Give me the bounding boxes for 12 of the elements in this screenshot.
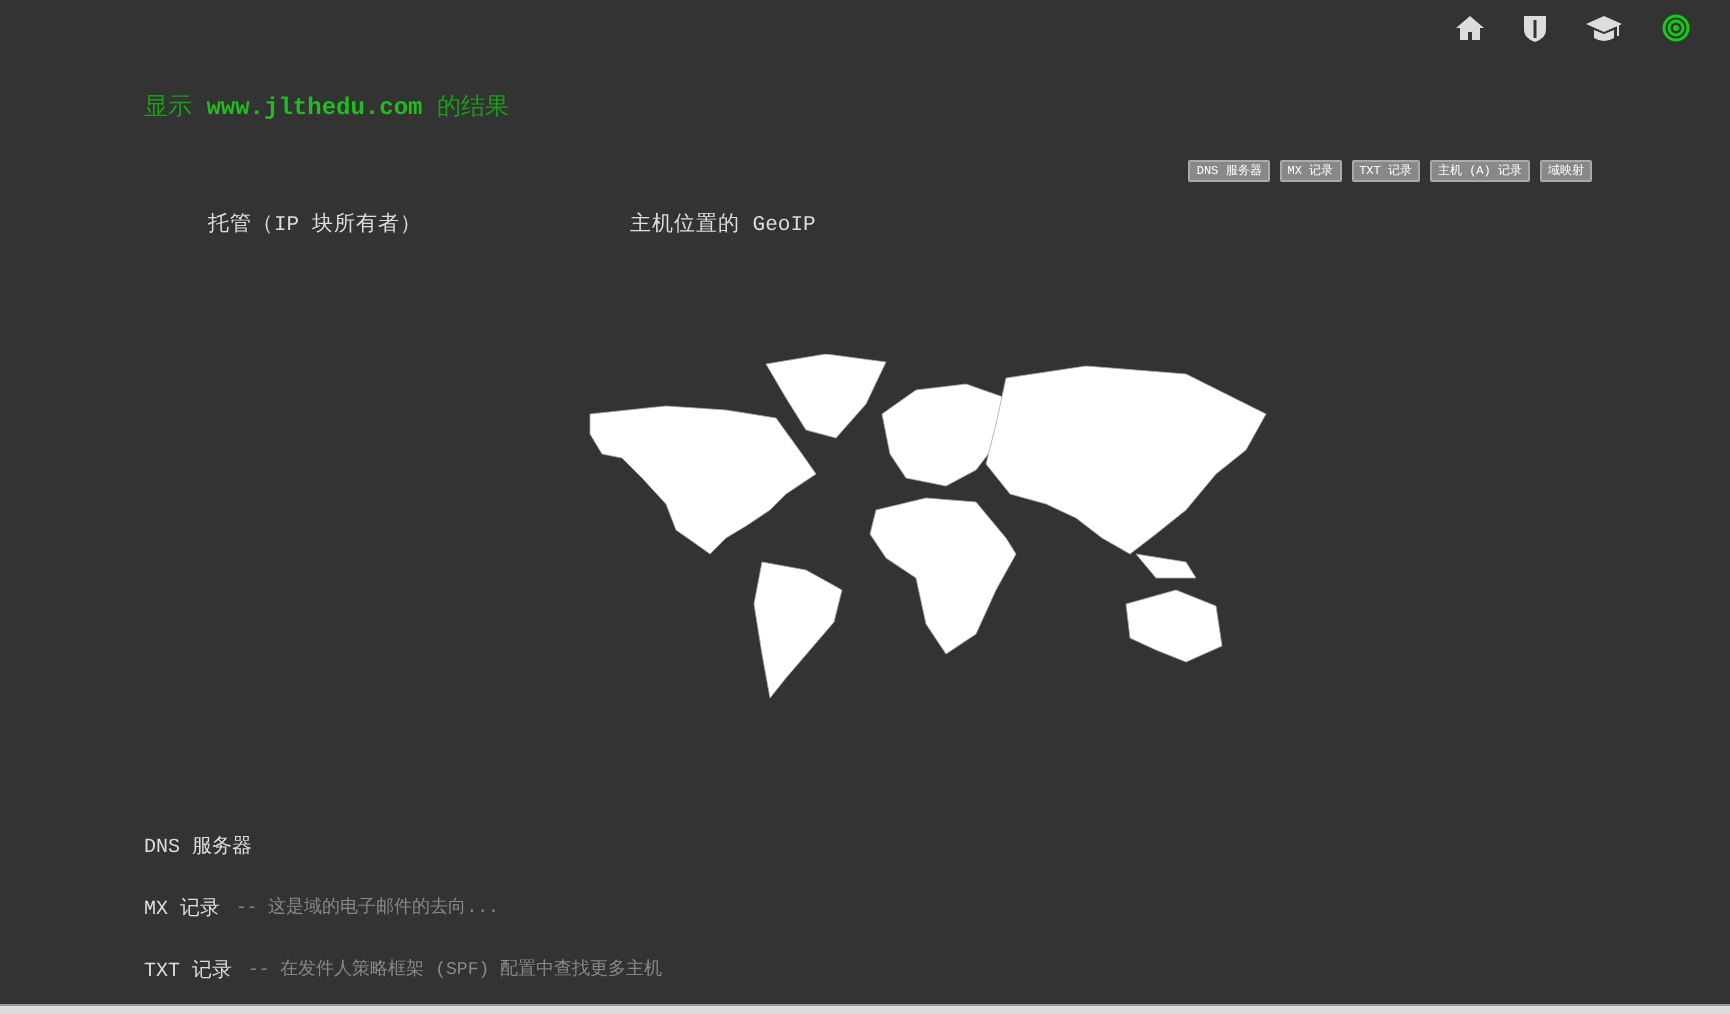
section-heading: TXT 记录 [144, 958, 233, 989]
shield-icon[interactable] [1524, 15, 1546, 41]
page-title: 显示 www.jlthedu.com 的结果 [144, 92, 511, 126]
graduation-cap-icon[interactable] [1586, 15, 1622, 41]
section-note: -- 在发件人策略框架 (SPF) 配置中查找更多主机 [248, 958, 663, 985]
section-note: -- 这是域的电子邮件的去向... [236, 896, 499, 923]
section-heading: DNS 服务器 [144, 834, 253, 865]
radar-icon[interactable] [1662, 14, 1690, 42]
panel-heading: 主机位置的 GeoIP [630, 212, 816, 243]
panel-heading: 托管（IP 块所有者） [208, 212, 422, 243]
home-icon[interactable] [1456, 16, 1484, 40]
section-heading: MX 记录 [144, 896, 221, 927]
